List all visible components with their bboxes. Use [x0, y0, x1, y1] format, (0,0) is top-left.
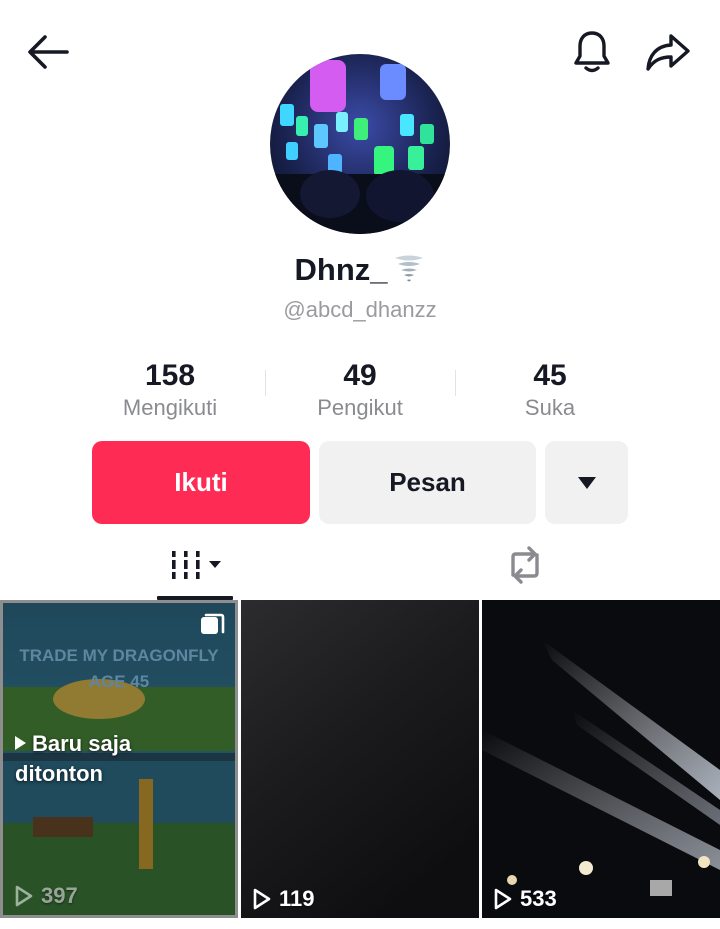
play-outline-icon — [15, 885, 33, 907]
video-thumbnail — [241, 600, 479, 918]
back-button[interactable] — [24, 30, 72, 74]
likes-label: Suka — [524, 395, 576, 420]
recently-watched-label: Baru saja ditonton — [15, 729, 131, 789]
play-outline-icon — [253, 888, 271, 910]
display-name: Dhnz_ — [0, 252, 720, 288]
view-count-value: 533 — [520, 886, 557, 911]
profile-stats: 158 Mengikuti 49 Pengikut 45 Suka — [75, 358, 645, 428]
play-icon — [15, 736, 26, 750]
arrow-left-icon — [28, 35, 69, 69]
recently-watched-line1: Baru saja — [32, 731, 132, 756]
avatar[interactable] — [270, 54, 450, 234]
content-tabs — [0, 530, 720, 600]
stat-divider — [265, 370, 266, 396]
following-count: 158 — [144, 359, 196, 392]
stat-likes[interactable]: 45 Suka — [455, 358, 645, 428]
video-tile[interactable]: 533 — [482, 600, 720, 918]
video-tile[interactable]: TRADE MY DRAGONFLY AGE 45 Baru saja dito… — [0, 600, 238, 918]
notification-bell-button[interactable] — [568, 28, 616, 76]
thumbnail-caption-2: AGE 45 — [89, 672, 149, 691]
grid-bars-icon — [172, 551, 221, 579]
video-thumbnail — [482, 600, 720, 918]
followers-label: Pengikut — [317, 395, 403, 420]
video-grid: TRADE MY DRAGONFLY AGE 45 Baru saja dito… — [0, 600, 720, 918]
repost-icon — [511, 546, 539, 584]
stat-divider — [455, 370, 456, 396]
likes-count: 45 — [533, 359, 567, 392]
message-button[interactable]: Pesan — [319, 441, 536, 524]
view-count: 397 — [15, 883, 78, 909]
view-count: 533 — [494, 886, 557, 912]
stat-followers[interactable]: 49 Pengikut — [265, 358, 455, 428]
followers-count: 49 — [343, 359, 377, 392]
multi-video-icon — [199, 613, 225, 644]
thumbnail-caption-1: TRADE MY DRAGONFLY — [19, 646, 219, 665]
video-tile[interactable]: 119 — [241, 600, 479, 918]
play-outline-icon — [494, 888, 512, 910]
follow-button[interactable]: Ikuti — [92, 441, 310, 524]
share-arrow-icon — [646, 34, 690, 71]
view-count: 119 — [253, 886, 315, 912]
more-options-button[interactable] — [545, 441, 628, 524]
share-button[interactable] — [640, 28, 696, 76]
view-count-value: 119 — [279, 886, 315, 911]
display-name-text: Dhnz_ — [294, 252, 388, 287]
tornado-emoji-icon — [392, 252, 426, 286]
tab-reposts[interactable] — [460, 530, 590, 600]
following-label: Mengikuti — [122, 395, 218, 420]
recently-watched-line2: ditonton — [15, 761, 103, 786]
username: @abcd_dhanzz — [283, 297, 437, 322]
bell-icon — [574, 31, 610, 73]
view-count-value: 397 — [41, 883, 78, 908]
triangle-down-icon — [577, 476, 596, 489]
stat-following[interactable]: 158 Mengikuti — [75, 358, 265, 428]
tab-videos[interactable] — [130, 530, 260, 600]
